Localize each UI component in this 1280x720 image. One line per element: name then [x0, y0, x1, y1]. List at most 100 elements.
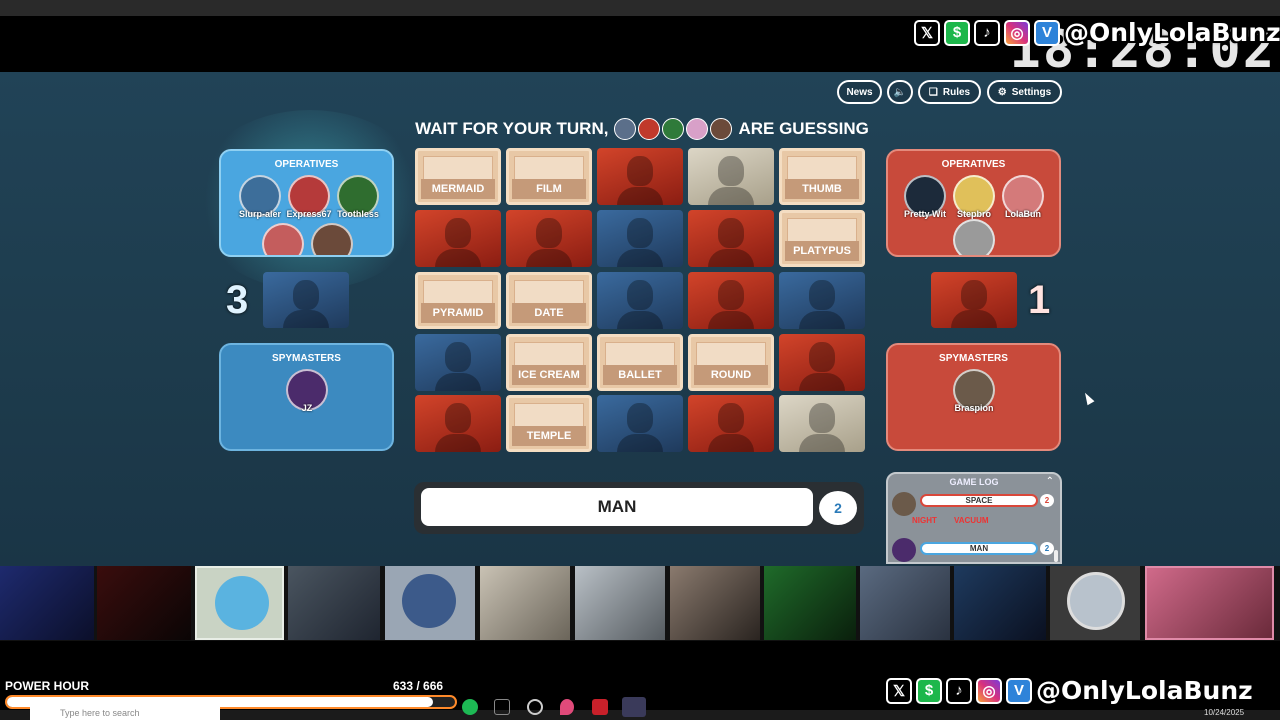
card-art	[696, 342, 766, 366]
card-art	[423, 156, 493, 180]
webcam-tile	[954, 566, 1046, 640]
agent-face	[445, 342, 471, 372]
avatar	[892, 538, 916, 562]
agent-body	[708, 187, 754, 205]
game-log-title: GAME LOG	[949, 477, 999, 487]
word-card[interactable]: THUMB	[779, 148, 865, 205]
turn-status: WAIT FOR YOUR TURN, ARE GUESSING	[412, 118, 872, 140]
venmo-icon: V	[1034, 19, 1060, 46]
social-handle: @OnlyLolaBunz	[1064, 18, 1280, 47]
word-card[interactable]: ROUND	[688, 334, 774, 391]
webcam-strip	[0, 566, 1280, 641]
news-button[interactable]: News	[837, 80, 882, 104]
agent-body	[435, 373, 481, 391]
webcam-tile	[764, 566, 856, 640]
webcam-tile	[1145, 566, 1274, 640]
blue-operatives-panel: OPERATIVES Slurp-aler Express67 Toothles…	[219, 149, 394, 257]
word-card[interactable]: TEMPLE	[506, 395, 592, 452]
avatar	[215, 576, 269, 630]
red-spymasters-panel: SPYMASTERS Braspion	[886, 343, 1061, 451]
log-scrollbar[interactable]	[1054, 550, 1058, 562]
card-word: PYRAMID	[421, 303, 495, 323]
rules-button[interactable]: ❏ Rules	[918, 80, 981, 104]
agent-face	[445, 218, 471, 248]
pin-icon[interactable]	[560, 699, 574, 715]
app-icon[interactable]	[527, 699, 543, 715]
blue-agent-card	[415, 334, 501, 391]
social-overlay-top: 𝕏 $ ♪ ◎ V @OnlyLolaBunz	[914, 18, 1280, 47]
agent-face	[536, 218, 562, 248]
word-card[interactable]: PYRAMID	[415, 272, 501, 329]
red-agent-card	[688, 395, 774, 452]
clue-word: MAN	[421, 488, 813, 526]
word-card[interactable]: PLATYPUS	[779, 210, 865, 267]
red-operative-name: LolaBun	[1005, 209, 1041, 219]
webcam-tile	[288, 566, 380, 640]
red-agent-card	[597, 148, 683, 205]
social-handle: @OnlyLolaBunz	[1036, 676, 1253, 705]
bookmark-icon: ❏	[928, 86, 938, 98]
agent-face	[627, 156, 653, 186]
tiktok-icon: ♪	[946, 677, 972, 704]
app-icon[interactable]	[592, 699, 608, 715]
log-entry: SPACE	[920, 494, 1038, 507]
agent-face	[809, 280, 835, 310]
card-word: DATE	[512, 303, 586, 323]
blue-agent-card	[597, 210, 683, 267]
xbox-icon[interactable]	[494, 699, 510, 715]
agent-face	[809, 403, 835, 433]
chevron-up-icon[interactable]: ⌃	[1046, 476, 1054, 487]
taskbar-date: 10/24/2025	[1204, 708, 1245, 717]
speaker-icon: 🔈	[893, 86, 907, 98]
card-art	[514, 280, 584, 304]
blue-team-card	[263, 272, 349, 328]
agent-body	[799, 373, 845, 391]
cashapp-icon: $	[944, 19, 970, 46]
log-entry-text: MAN	[969, 544, 989, 553]
agent-face	[961, 280, 987, 310]
agent-body	[799, 434, 845, 452]
log-entry-number: 2	[1040, 542, 1054, 555]
tiktok-icon: ♪	[974, 19, 1000, 46]
instagram-icon: ◎	[1004, 19, 1030, 46]
taskbar-search[interactable]: Type here to search	[30, 707, 220, 720]
power-hour-bar-fill	[7, 697, 433, 707]
red-agent-card	[506, 210, 592, 267]
card-art	[787, 156, 857, 180]
word-card[interactable]: ICE CREAM	[506, 334, 592, 391]
blue-remaining-count: 3	[226, 278, 249, 322]
word-card[interactable]: DATE	[506, 272, 592, 329]
agent-face	[718, 403, 744, 433]
agent-face	[627, 403, 653, 433]
app-icon[interactable]	[622, 697, 646, 717]
agent-body	[617, 249, 663, 267]
avatar	[262, 223, 304, 255]
blue-agent-card	[779, 272, 865, 329]
word-card[interactable]: MERMAID	[415, 148, 501, 205]
sound-button[interactable]: 🔈	[887, 80, 913, 104]
settings-button[interactable]: ⚙ Settings	[987, 80, 1062, 104]
word-card[interactable]: BALLET	[597, 334, 683, 391]
agent-face	[627, 280, 653, 310]
log-entry-text: VACUUM	[954, 516, 989, 525]
status-prefix: WAIT FOR YOUR TURN,	[415, 119, 609, 138]
red-agent-card	[688, 272, 774, 329]
webcam-tile	[860, 566, 950, 640]
agent-face	[718, 280, 744, 310]
blue-spymasters-title: SPYMASTERS	[272, 353, 341, 364]
blue-spymaster-name: JZ	[301, 403, 313, 413]
log-entry: MAN	[920, 542, 1038, 555]
card-art	[787, 218, 857, 242]
spotify-icon[interactable]	[462, 699, 478, 715]
avatar	[892, 492, 916, 516]
power-hour-progress: 633 / 666	[393, 679, 443, 693]
x-icon: 𝕏	[886, 677, 912, 704]
avatar	[662, 118, 685, 140]
agent-body	[708, 249, 754, 267]
word-card[interactable]: FILM	[506, 148, 592, 205]
card-word: TEMPLE	[512, 426, 586, 446]
blue-agent-card	[597, 272, 683, 329]
card-word: THUMB	[785, 179, 859, 199]
agent-body	[799, 311, 845, 329]
red-remaining-count: 1	[1028, 278, 1051, 322]
